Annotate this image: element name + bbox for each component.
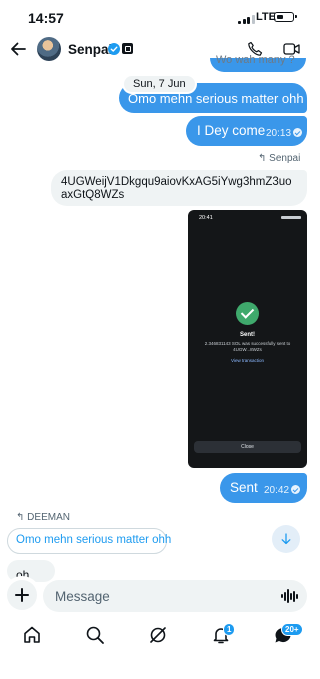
message-time: 20:13 — [266, 128, 292, 139]
reply-indicator: ↰ DEEMAN — [16, 512, 70, 523]
image-attachment[interactable]: 20:41 Sent! 2.346831143 SOL was successf… — [188, 210, 307, 468]
verified-badge-icon — [108, 43, 120, 55]
message-text: I Dey come — [197, 123, 266, 138]
battery-icon — [274, 12, 297, 22]
affiliate-badge-icon — [122, 43, 133, 54]
message-time: 20:42 — [264, 485, 290, 496]
messages-badge: 20+ — [281, 623, 303, 636]
reply-indicator: ↰ Senpai — [258, 153, 300, 164]
message-text: Wo wah many ? — [216, 54, 295, 66]
attachment-title: Sent! — [240, 332, 255, 338]
attachment-status-icons — [281, 216, 301, 219]
status-time: 14:57 — [28, 10, 64, 26]
notifications-badge: 1 — [223, 623, 236, 636]
network-label: LTE — [256, 11, 276, 23]
reply-icon: ↰ — [258, 153, 267, 164]
message-meta: 20:42 — [264, 483, 301, 499]
message-text: Sent — [230, 480, 258, 495]
quoted-message[interactable]: Omo mehn serious matter ohh — [7, 528, 171, 554]
message-meta: 20:13 — [266, 126, 303, 142]
message-input[interactable] — [55, 586, 275, 606]
message-bubble-incoming[interactable]: 4UGWeijV1Dkgqu9aiovKxAG5iYwg3hmZ3uoaxGtQ… — [51, 170, 307, 206]
message-bubble-outgoing[interactable]: Sent 20:42 — [220, 473, 307, 503]
arrow-down-icon — [281, 533, 291, 545]
grok-icon[interactable] — [148, 625, 168, 645]
read-check-icon — [293, 128, 303, 137]
success-check-icon — [236, 302, 259, 325]
contact-name[interactable]: Senpai — [68, 42, 112, 57]
message-composer — [43, 580, 307, 612]
date-separator: Sun, 7 Jun — [124, 76, 195, 92]
search-icon[interactable] — [85, 625, 105, 645]
home-icon[interactable] — [22, 625, 42, 645]
signal-icon — [238, 14, 255, 24]
message-bubble-outgoing[interactable]: I Dey come 20:13 — [186, 116, 307, 146]
message-bubble-incoming[interactable]: oh — [7, 560, 55, 582]
message-bubble-partial[interactable]: Wo wah many ? — [210, 54, 306, 72]
message-text: Omo mehn serious matter ohh — [128, 91, 304, 106]
reply-icon: ↰ — [16, 512, 25, 523]
attachment-link: View transaction — [231, 358, 264, 363]
voice-message-icon[interactable] — [280, 589, 298, 603]
attachment-close-button: Close — [194, 441, 301, 453]
avatar[interactable] — [37, 37, 61, 61]
reply-author: Senpai — [269, 153, 301, 164]
attachment-status-time: 20:41 — [199, 215, 213, 221]
attachment-body: 2.346831143 SOL was successfully sent to… — [204, 341, 291, 352]
scroll-to-bottom-button[interactable] — [272, 525, 300, 553]
read-check-icon — [291, 485, 301, 494]
reply-author: DEEMAN — [27, 512, 70, 523]
back-arrow-icon[interactable] — [10, 41, 26, 57]
add-attachment-button[interactable] — [7, 580, 37, 610]
